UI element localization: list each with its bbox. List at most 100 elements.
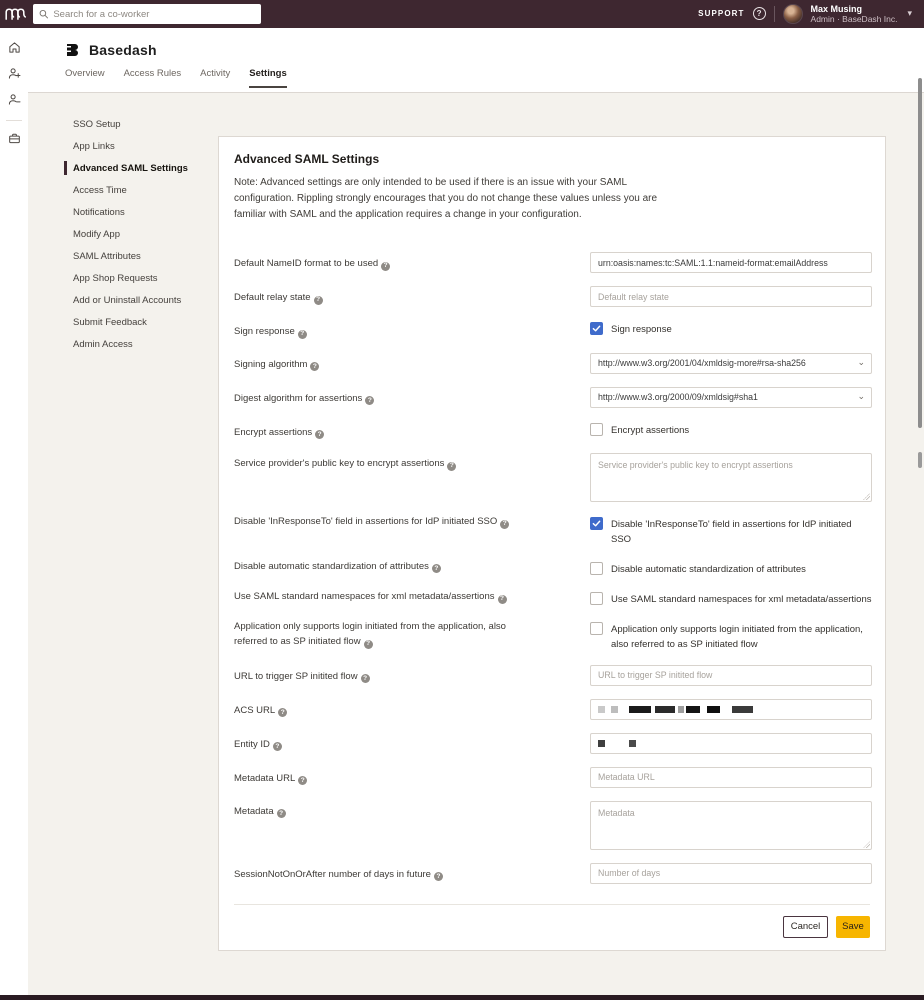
info-icon[interactable]: ? (432, 564, 441, 573)
user-role: Admin · BaseDash Inc. (811, 14, 898, 24)
check-icon (592, 324, 601, 333)
remove-user-icon[interactable] (7, 92, 21, 106)
signing-algorithm-value[interactable] (590, 353, 872, 374)
default-relay-state-input[interactable] (590, 286, 872, 307)
sign-response-checkbox[interactable] (590, 322, 603, 335)
tab-settings[interactable]: Settings (249, 68, 286, 88)
add-user-icon[interactable] (7, 66, 21, 80)
sp-initiated-only-checkbox[interactable] (590, 622, 603, 635)
field-metadata: Metadata? (234, 801, 870, 850)
panel-note: Note: Advanced settings are only intende… (234, 175, 686, 223)
menu-add-uninstall-accounts[interactable]: Add or Uninstall Accounts (65, 289, 225, 311)
menu-sso-setup[interactable]: SSO Setup (65, 113, 225, 135)
content-area: SSO Setup App Links Advanced SAML Settin… (28, 93, 924, 995)
info-icon[interactable]: ? (314, 296, 323, 305)
chevron-down-icon[interactable]: ▾ (907, 8, 912, 19)
info-icon[interactable]: ? (277, 809, 286, 818)
entity-id-input[interactable] (590, 733, 872, 754)
user-menu[interactable]: Max Musing Admin · BaseDash Inc. (811, 4, 898, 25)
field-sp-url: URL to trigger SP initited flow? (234, 665, 870, 686)
info-icon[interactable]: ? (273, 742, 282, 751)
encrypt-assertions-checkbox[interactable] (590, 423, 603, 436)
signing-algorithm-select[interactable]: ⌄ (590, 353, 872, 374)
info-icon[interactable]: ? (364, 640, 373, 649)
field-label: Metadata URL (234, 773, 295, 784)
info-icon[interactable]: ? (298, 330, 307, 339)
info-icon[interactable]: ? (315, 430, 324, 439)
tab-activity[interactable]: Activity (200, 68, 230, 88)
menu-advanced-saml-settings[interactable]: Advanced SAML Settings (65, 157, 225, 179)
info-icon[interactable]: ? (500, 520, 509, 529)
saml-namespaces-checkbox[interactable] (590, 592, 603, 605)
disable-standardization-checkbox[interactable] (590, 562, 603, 575)
tab-access-rules[interactable]: Access Rules (124, 68, 182, 88)
support-link[interactable]: SUPPORT (698, 9, 744, 18)
info-icon[interactable]: ? (381, 262, 390, 271)
avatar[interactable] (783, 4, 803, 24)
checkbox-label: Use SAML standard namespaces for xml met… (611, 592, 872, 607)
info-icon[interactable]: ? (298, 776, 307, 785)
field-acs-url: ACS URL? (234, 699, 870, 720)
save-button[interactable]: Save (836, 916, 870, 938)
menu-submit-feedback[interactable]: Submit Feedback (65, 311, 225, 333)
field-encrypt-assertions: Encrypt assertions? Encrypt assertions (234, 421, 870, 441)
default-nameid-input[interactable] (590, 252, 872, 273)
app-header: Basedash Overview Access Rules Activity … (28, 28, 924, 93)
digest-algorithm-value[interactable] (590, 387, 872, 408)
field-signing-algorithm: Signing algorithm? ⌄ (234, 353, 870, 374)
checkbox-label: Application only supports login initiate… (611, 622, 872, 652)
metadata-textarea[interactable] (590, 801, 872, 850)
session-days-input[interactable] (590, 863, 872, 884)
menu-notifications[interactable]: Notifications (65, 201, 225, 223)
field-sp-initiated-only: Application only supports login initiate… (234, 620, 870, 652)
field-label: Entity ID (234, 739, 270, 750)
disable-inresponseto-checkbox[interactable] (590, 517, 603, 530)
field-metadata-url: Metadata URL? (234, 767, 870, 788)
metadata-url-input[interactable] (590, 767, 872, 788)
info-icon[interactable]: ? (434, 872, 443, 881)
scrollbar[interactable] (918, 78, 922, 428)
field-label: Encrypt assertions (234, 427, 312, 438)
field-digest-algorithm: Digest algorithm for assertions? ⌄ (234, 387, 870, 408)
home-icon[interactable] (7, 40, 21, 54)
field-sign-response: Sign response? Sign response (234, 320, 870, 340)
menu-access-time[interactable]: Access Time (65, 179, 225, 201)
panel-title: Advanced SAML Settings (234, 152, 870, 166)
field-label: Signing algorithm (234, 359, 307, 370)
field-sp-public-key: Service provider's public key to encrypt… (234, 453, 870, 502)
rippling-logo[interactable] (0, 0, 30, 28)
check-icon (592, 519, 601, 528)
panel-footer: Cancel Save (219, 905, 885, 950)
coworker-search[interactable] (33, 4, 261, 24)
field-label: SessionNotOnOrAfter number of days in fu… (234, 869, 431, 880)
sp-url-input[interactable] (590, 665, 872, 686)
scrollbar-segment[interactable] (918, 452, 922, 468)
search-input[interactable] (53, 9, 255, 20)
field-label: Service provider's public key to encrypt… (234, 458, 444, 469)
menu-admin-access[interactable]: Admin Access (65, 333, 225, 355)
topbar-divider (774, 6, 775, 22)
field-label: Metadata (234, 806, 274, 817)
acs-url-input[interactable] (590, 699, 872, 720)
checkbox-label: Disable automatic standardization of att… (611, 562, 806, 577)
checkbox-label: Disable 'InResponseTo' field in assertio… (611, 517, 872, 547)
divider (234, 237, 870, 238)
tab-overview[interactable]: Overview (65, 68, 105, 88)
field-disable-standardization: Disable automatic standardization of att… (234, 560, 870, 577)
cancel-button[interactable]: Cancel (783, 916, 828, 938)
menu-modify-app[interactable]: Modify App (65, 223, 225, 245)
info-icon[interactable]: ? (310, 362, 319, 371)
info-icon[interactable]: ? (361, 674, 370, 683)
menu-app-links[interactable]: App Links (65, 135, 225, 157)
sp-public-key-textarea[interactable] (590, 453, 872, 502)
settings-menu: SSO Setup App Links Advanced SAML Settin… (65, 113, 225, 355)
help-icon[interactable]: ? (753, 7, 766, 20)
menu-app-shop-requests[interactable]: App Shop Requests (65, 267, 225, 289)
digest-algorithm-select[interactable]: ⌄ (590, 387, 872, 408)
briefcase-icon[interactable] (7, 131, 21, 145)
info-icon[interactable]: ? (447, 462, 456, 471)
info-icon[interactable]: ? (278, 708, 287, 717)
menu-saml-attributes[interactable]: SAML Attributes (65, 245, 225, 267)
info-icon[interactable]: ? (498, 595, 507, 604)
info-icon[interactable]: ? (365, 396, 374, 405)
